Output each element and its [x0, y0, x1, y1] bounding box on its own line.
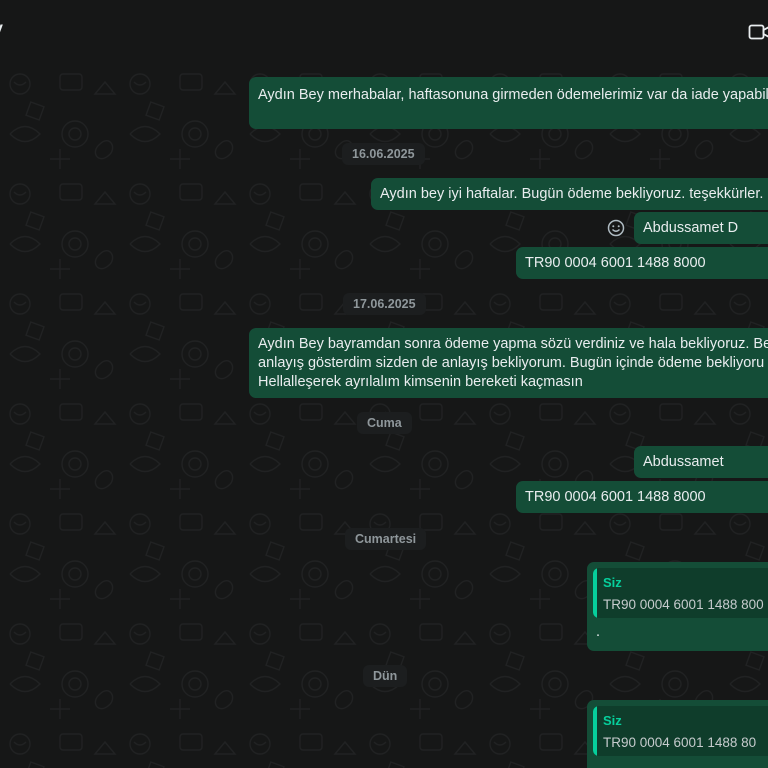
- quote-text: TR90 0004 6001 1488 800: [603, 597, 764, 612]
- message-text: Abdussamet D: [643, 220, 739, 236]
- quote-accent-bar: [593, 706, 597, 756]
- date-separator: Dün: [363, 665, 408, 687]
- reply-message-bubble[interactable]: Siz TR90 0004 6001 1488 80: [587, 700, 768, 768]
- contact-name[interactable]: y: [0, 20, 3, 38]
- quoted-message[interactable]: Siz TR90 0004 6001 1488 80: [593, 706, 768, 756]
- message-bubble[interactable]: Aydın Bey bayramdan sonra ödeme yapma sö…: [249, 328, 768, 398]
- quoted-message[interactable]: Siz TR90 0004 6001 1488 800: [593, 568, 768, 618]
- message-bubble[interactable]: Abdussamet: [634, 446, 768, 478]
- message-bubble[interactable]: Abdussamet D: [634, 212, 768, 244]
- message-text: Abdussamet: [643, 454, 724, 470]
- reply-message-bubble[interactable]: Siz TR90 0004 6001 1488 800 .: [587, 562, 768, 651]
- date-separator: Cumartesi: [345, 528, 427, 550]
- quote-author: Siz: [603, 713, 622, 728]
- date-separator: Cuma: [357, 412, 412, 434]
- date-separator: 17.06.2025: [343, 293, 426, 315]
- message-bubble[interactable]: Aydın Bey merhabalar, haftasonuna girmed…: [249, 77, 768, 129]
- quote-author: Siz: [603, 575, 622, 590]
- whatsapp-chat-window: y: [0, 0, 768, 768]
- date-separator: 16.06.2025: [342, 143, 425, 165]
- message-list[interactable]: Aydın Bey merhabalar, haftasonuna girmed…: [0, 64, 768, 768]
- message-text: .: [596, 624, 601, 640]
- message-text: TR90 0004 6001 1488 8000: [525, 489, 706, 505]
- video-camera-icon[interactable]: [748, 21, 768, 43]
- smiley-icon[interactable]: [607, 219, 625, 237]
- quote-text: TR90 0004 6001 1488 80: [603, 735, 757, 750]
- message-bubble[interactable]: TR90 0004 6001 1488 8000: [516, 247, 768, 279]
- message-text-line: Aydın Bey bayramdan sonra ödeme yapma sö…: [258, 336, 768, 352]
- message-text: Aydın Bey merhabalar, haftasonuna girmed…: [258, 87, 768, 103]
- quote-accent-bar: [593, 568, 597, 618]
- chat-header: y: [0, 0, 768, 64]
- message-bubble[interactable]: Aydın bey iyi haftalar. Bugün ödeme bekl…: [371, 178, 768, 210]
- message-text-line: Hellalleşerek ayrılalım kimsenin bereket…: [258, 374, 583, 390]
- message-bubble[interactable]: TR90 0004 6001 1488 8000: [516, 481, 768, 513]
- message-text-line: anlayış gösterdim sizden de anlayış bekl…: [258, 355, 765, 371]
- message-text: TR90 0004 6001 1488 8000: [525, 255, 706, 271]
- message-text: Aydın bey iyi haftalar. Bugün ödeme bekl…: [380, 186, 764, 202]
